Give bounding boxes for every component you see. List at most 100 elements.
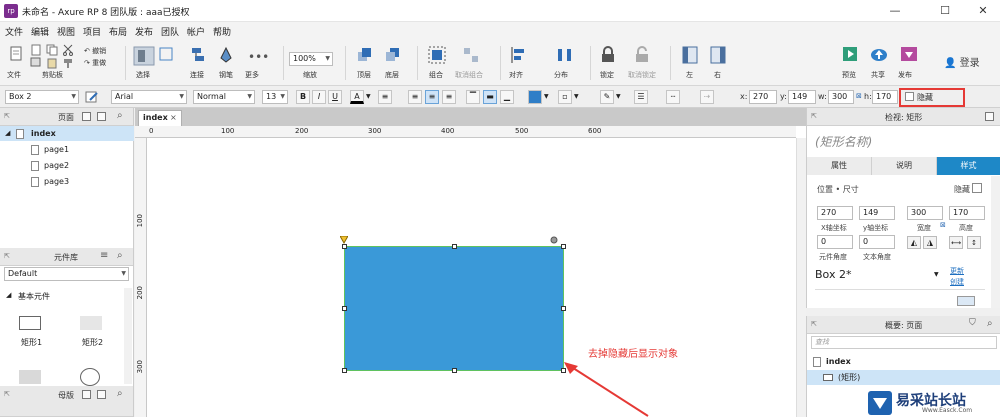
x-input[interactable]: 270 <box>749 90 777 104</box>
preview-icon[interactable] <box>842 46 858 64</box>
widget-rect2[interactable] <box>80 316 102 330</box>
expand-triangle-icon[interactable]: ◢ <box>5 126 10 141</box>
w-input[interactable]: 300 <box>828 90 854 104</box>
line-color-button[interactable]: ✎ <box>600 90 614 104</box>
menu-edit[interactable]: 编辑 <box>31 25 49 38</box>
auto-fit-width-button[interactable]: ⟷ <box>949 236 963 249</box>
widgets-scrollbar[interactable] <box>124 288 132 384</box>
page-item-page1[interactable]: page1 <box>0 142 134 157</box>
resize-handle[interactable] <box>452 244 457 249</box>
connect-icon[interactable] <box>190 46 206 64</box>
distribute-label[interactable]: 分布 <box>554 70 568 80</box>
left-panel-icon[interactable] <box>682 46 698 64</box>
format-painter-icon[interactable] <box>62 57 74 69</box>
widget-image-placeholder[interactable] <box>19 370 41 384</box>
share-cloud-icon[interactable] <box>870 46 888 64</box>
search-icon[interactable]: ⌕ <box>117 388 123 399</box>
search-icon[interactable]: ⌕ <box>987 318 993 329</box>
chevron-down-icon[interactable]: ▼ <box>366 93 371 100</box>
add-page-icon[interactable] <box>82 112 91 121</box>
add-folder-icon[interactable] <box>97 112 106 121</box>
search-icon[interactable]: ⌕ <box>117 250 123 261</box>
chevron-down-icon[interactable]: ▼ <box>616 93 621 100</box>
publish-label[interactable]: 发布 <box>898 70 912 80</box>
inspector-scrollbar[interactable] <box>991 176 1000 308</box>
resize-handle[interactable] <box>561 306 566 311</box>
height-input[interactable]: 170 <box>949 206 985 220</box>
filter-icon[interactable]: ⛉ <box>969 318 976 328</box>
resize-handle[interactable] <box>342 306 347 311</box>
bold-button[interactable]: B <box>296 90 310 104</box>
add-folder-icon[interactable] <box>97 390 106 399</box>
chevron-down-icon[interactable]: ▼ <box>574 93 579 100</box>
menu-account[interactable]: 帐户 <box>187 25 205 38</box>
outline-search-input[interactable]: 查找 <box>811 336 997 349</box>
more-dots-icon[interactable]: ••• <box>248 50 269 64</box>
shape-name-select[interactable]: Box 2 ▼ <box>5 90 79 104</box>
tab-properties[interactable]: 属性 <box>807 157 872 175</box>
align-right-button[interactable]: ≡ <box>442 90 456 104</box>
inspector-hide-checkbox[interactable] <box>972 183 982 193</box>
menu-publish[interactable]: 发布 <box>135 25 153 38</box>
text-color-button[interactable]: A <box>350 90 364 104</box>
menu-icon[interactable]: ≡ <box>100 250 108 261</box>
arrow-style-button[interactable]: ⇢ <box>700 90 714 104</box>
create-style-link[interactable]: 创建 <box>950 277 964 287</box>
valign-middle-button[interactable]: ▬ <box>483 90 497 104</box>
publish-icon[interactable] <box>900 46 918 64</box>
new-page-icon[interactable] <box>985 112 994 121</box>
panel-pin-icon[interactable]: ⇱ <box>4 252 10 260</box>
menu-view[interactable]: 视图 <box>57 25 75 38</box>
panel-pin-icon[interactable]: ⇱ <box>811 112 817 120</box>
shape-name-field[interactable]: (矩形名称) <box>815 133 872 150</box>
bring-to-front-icon[interactable] <box>357 46 373 64</box>
line-width-button[interactable]: ☰ <box>634 90 648 104</box>
tab-notes[interactable]: 说明 <box>872 157 937 175</box>
cut-icon[interactable] <box>62 44 74 56</box>
line-style-button[interactable]: ┄ <box>666 90 680 104</box>
font-size-select[interactable]: 13 ▼ <box>262 90 288 104</box>
menu-file[interactable]: 文件 <box>5 25 23 38</box>
rotation-input[interactable]: 0 <box>817 235 853 249</box>
canvas-vertical-scrollbar[interactable] <box>796 138 806 417</box>
page-item-page3[interactable]: page3 <box>0 174 134 189</box>
widget-ellipse[interactable] <box>80 368 100 386</box>
italic-button[interactable]: I <box>312 90 326 104</box>
minimize-button[interactable]: — <box>880 2 910 20</box>
fill-color-button[interactable] <box>528 90 542 104</box>
update-style-link[interactable]: 更新 <box>950 266 964 276</box>
add-master-icon[interactable] <box>82 390 91 399</box>
distribute-icon[interactable] <box>556 46 574 64</box>
share-label[interactable]: 共享 <box>871 70 885 80</box>
link-size-icon[interactable]: ⊠ <box>940 221 946 229</box>
redo-button[interactable]: ↷ 重做 <box>84 58 106 68</box>
close-tab-icon[interactable]: × <box>170 111 177 125</box>
page-item-index[interactable]: ◢ index <box>0 126 134 141</box>
y-coordinate-input[interactable]: 149 <box>859 206 895 220</box>
font-style-select[interactable]: Normal ▼ <box>193 90 255 104</box>
send-to-back-icon[interactable] <box>385 46 401 64</box>
valign-bottom-button[interactable]: ▁ <box>500 90 514 104</box>
y-input[interactable]: 149 <box>788 90 816 104</box>
menu-team[interactable]: 团队 <box>161 25 179 38</box>
login-button[interactable]: 👤 登录 <box>944 54 980 69</box>
paste-icon[interactable] <box>46 57 58 69</box>
right-panel-icon[interactable] <box>710 46 726 64</box>
search-icon[interactable]: ⌕ <box>117 110 123 121</box>
align-label[interactable]: 对齐 <box>509 70 523 80</box>
outline-item-rectangle[interactable]: (矩形) <box>807 370 1000 385</box>
underline-button[interactable]: U <box>328 90 342 104</box>
align-center-button[interactable]: ≡ <box>425 90 439 104</box>
canvas-rectangle-box2[interactable] <box>344 246 564 371</box>
bullet-list-button[interactable]: ≡ <box>378 90 392 104</box>
group-icon[interactable] <box>428 46 446 64</box>
widget-rect1[interactable] <box>19 316 41 330</box>
valign-top-button[interactable]: ▔ <box>466 90 480 104</box>
flip-horizontal-button[interactable]: ◮ <box>923 236 937 249</box>
menu-help[interactable]: 帮助 <box>213 25 231 38</box>
resize-handle[interactable] <box>342 368 347 373</box>
page-item-page2[interactable]: page2 <box>0 158 134 173</box>
undo-button[interactable]: ↶ 撤销 <box>84 46 106 56</box>
unlock-icon[interactable] <box>634 46 650 64</box>
save-icon[interactable] <box>30 57 42 67</box>
